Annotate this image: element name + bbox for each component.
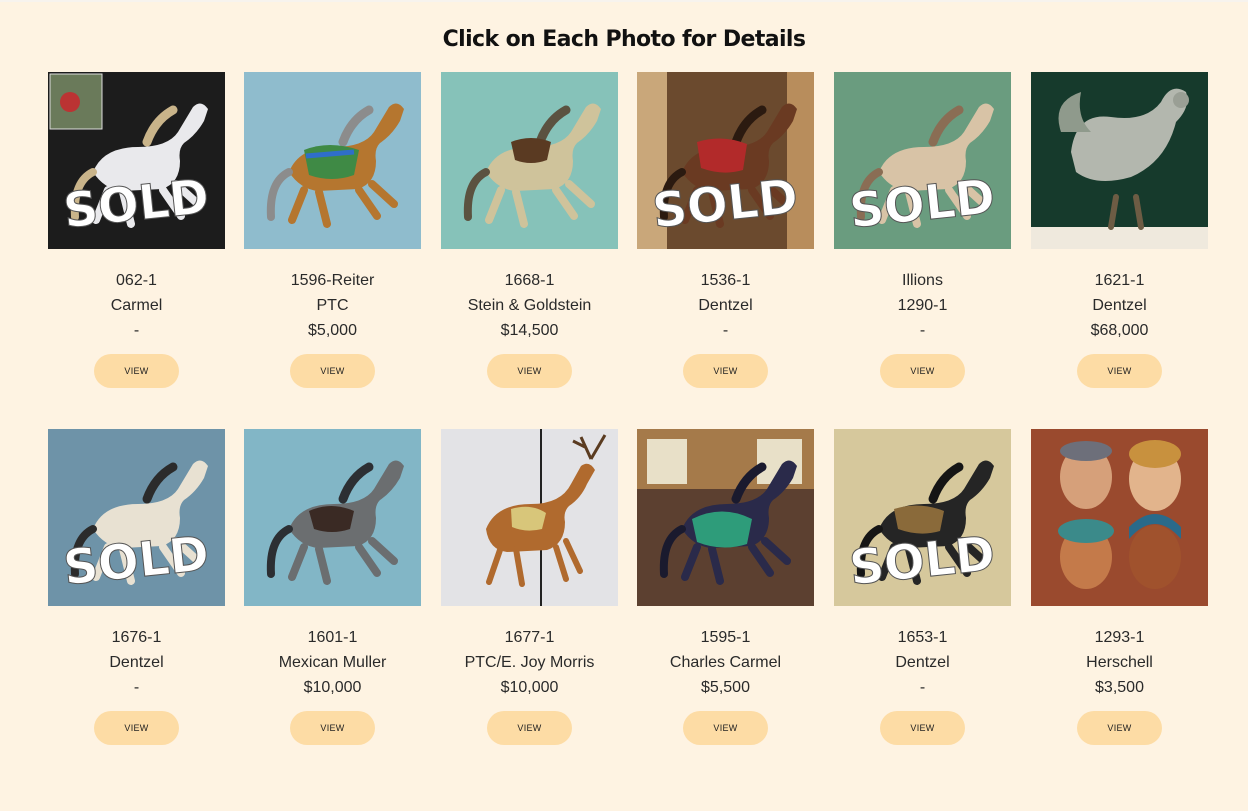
top-border: [0, 0, 1248, 2]
product-card: SOLD 1653-1 Dentzel - VIEW: [834, 429, 1011, 745]
item-price: -: [133, 679, 140, 696]
item-price: $10,000: [303, 679, 362, 696]
rooster-photo[interactable]: [1031, 72, 1208, 249]
item-price: -: [722, 322, 729, 339]
item-maker: Dentzel: [1092, 297, 1147, 314]
black-horse-photo[interactable]: SOLD: [834, 429, 1011, 606]
item-price: $14,500: [500, 322, 559, 339]
product-card: 1293-1 Herschell $3,500 VIEW: [1031, 429, 1208, 745]
product-card: SOLD Illions 1290-1 - VIEW: [834, 72, 1011, 388]
item-id: 1595-1: [700, 629, 751, 646]
item-id: 1601-1: [307, 629, 358, 646]
item-price: -: [919, 322, 926, 339]
tan-horse-photo[interactable]: SOLD: [834, 72, 1011, 249]
brown-horse-photo[interactable]: [244, 72, 421, 249]
item-maker: PTC/E. Joy Morris: [464, 654, 595, 671]
carved-faces-photo[interactable]: [1031, 429, 1208, 606]
product-card: 1595-1 Charles Carmel $5,500 VIEW: [637, 429, 814, 745]
view-button[interactable]: VIEW: [880, 354, 965, 388]
item-maker: Herschell: [1086, 654, 1153, 671]
item-price: -: [919, 679, 926, 696]
item-maker: Dentzel: [698, 297, 753, 314]
item-id: 1668-1: [504, 272, 555, 289]
view-button[interactable]: VIEW: [683, 711, 768, 745]
view-button[interactable]: VIEW: [94, 354, 179, 388]
item-price: $68,000: [1090, 322, 1149, 339]
view-button[interactable]: VIEW: [1077, 711, 1162, 745]
view-button[interactable]: VIEW: [487, 711, 572, 745]
product-card: 1668-1 Stein & Goldstein $14,500 VIEW: [441, 72, 618, 388]
item-price: $3,500: [1095, 679, 1144, 696]
view-button[interactable]: VIEW: [683, 354, 768, 388]
dapple-horse-photo[interactable]: [441, 72, 618, 249]
product-card: 1596-Reiter PTC $5,000 VIEW: [244, 72, 421, 388]
product-card: 1677-1 PTC/E. Joy Morris $10,000 VIEW: [441, 429, 618, 745]
cream-horse-photo[interactable]: SOLD: [48, 429, 225, 606]
item-maker: 1290-1: [897, 297, 948, 314]
item-maker: Mexican Muller: [278, 654, 387, 671]
item-price: $5,000: [308, 322, 357, 339]
item-id: Illions: [902, 272, 943, 289]
painted-horse-indoor-photo[interactable]: [637, 429, 814, 606]
item-id: 1536-1: [700, 272, 751, 289]
product-card: SOLD 1536-1 Dentzel - VIEW: [637, 72, 814, 388]
product-card: SOLD 1676-1 Dentzel - VIEW: [48, 429, 225, 745]
item-price: $5,500: [701, 679, 750, 696]
item-maker: PTC: [316, 297, 349, 314]
item-price: -: [133, 322, 140, 339]
item-id: 1596-Reiter: [290, 272, 375, 289]
product-card: 1601-1 Mexican Muller $10,000 VIEW: [244, 429, 421, 745]
item-price: $10,000: [500, 679, 559, 696]
horse-indoor-photo[interactable]: SOLD: [637, 72, 814, 249]
item-id: 1293-1: [1094, 629, 1145, 646]
deer-photo[interactable]: [441, 429, 618, 606]
gray-horse-photo[interactable]: [244, 429, 421, 606]
item-maker: Dentzel: [109, 654, 164, 671]
view-button[interactable]: VIEW: [94, 711, 179, 745]
view-button[interactable]: VIEW: [290, 711, 375, 745]
white-horse-photo[interactable]: SOLD: [48, 72, 225, 249]
page-title: Click on Each Photo for Details: [442, 26, 806, 52]
product-card: SOLD 062-1 Carmel - VIEW: [48, 72, 225, 388]
item-id: 1676-1: [111, 629, 162, 646]
item-maker: Charles Carmel: [669, 654, 782, 671]
item-maker: Dentzel: [895, 654, 950, 671]
view-button[interactable]: VIEW: [1077, 354, 1162, 388]
view-button[interactable]: VIEW: [487, 354, 572, 388]
view-button[interactable]: VIEW: [290, 354, 375, 388]
item-maker: Carmel: [110, 297, 163, 314]
item-id: 062-1: [116, 272, 157, 289]
product-card: 1621-1 Dentzel $68,000 VIEW: [1031, 72, 1208, 388]
item-id: 1677-1: [504, 629, 555, 646]
item-id: 1621-1: [1094, 272, 1145, 289]
view-button[interactable]: VIEW: [880, 711, 965, 745]
item-maker: Stein & Goldstein: [467, 297, 592, 314]
item-id: 1653-1: [897, 629, 948, 646]
